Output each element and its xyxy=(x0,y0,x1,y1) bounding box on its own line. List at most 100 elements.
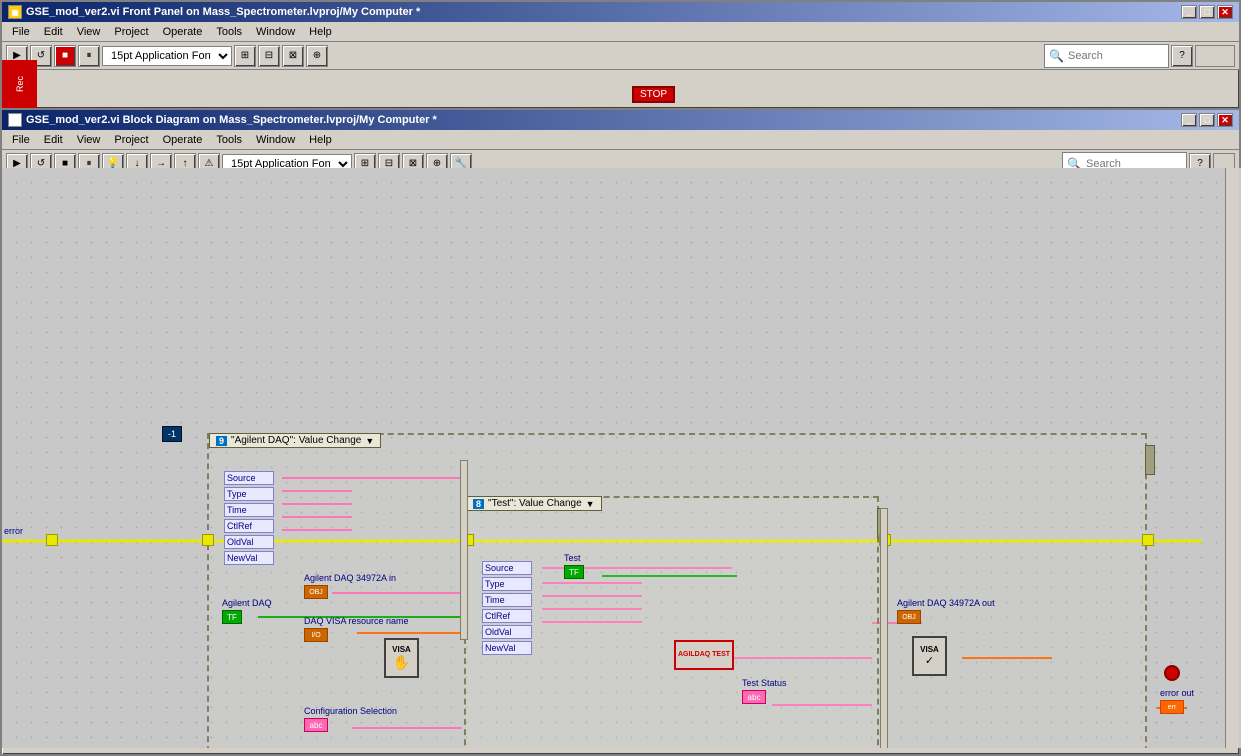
inner-event-arrow[interactable]: ▼ xyxy=(586,499,595,509)
search-icon-fp: 🔍 xyxy=(1049,49,1064,63)
window-controls[interactable]: _ □ ✕ xyxy=(1181,5,1233,19)
resize-button[interactable]: ⊠ xyxy=(282,45,304,67)
dist-button[interactable]: ⊟ xyxy=(258,45,280,67)
red-stop-indicator xyxy=(1164,665,1180,681)
bd-menu-help[interactable]: Help xyxy=(303,132,338,148)
abc2-terminal: abc xyxy=(742,690,766,704)
maximize-button[interactable]: □ xyxy=(1199,5,1215,19)
bd-menu-bar: File Edit View Project Operate Tools Win… xyxy=(2,130,1239,150)
obj2-terminal: OBJ xyxy=(897,610,921,624)
test-container: Test TF xyxy=(564,553,584,579)
visa-res-label: DAQ VISA resource name xyxy=(304,616,409,626)
extra-panel-fp xyxy=(1195,45,1235,67)
obj1-terminal: OBJ xyxy=(304,585,328,599)
menu-window[interactable]: Window xyxy=(250,24,301,40)
io-terminal: I/O xyxy=(304,628,328,642)
oldval-label-outer: OldVal xyxy=(227,537,253,547)
front-panel-menu-bar: File Edit View Project Operate Tools Win… xyxy=(2,22,1239,42)
visa-subvi-right-icon: ✓ xyxy=(925,654,934,667)
front-panel-title-bar[interactable]: ▣ GSE_mod_ver2.vi Front Panel on Mass_Sp… xyxy=(2,2,1239,22)
bd-menu-file[interactable]: File xyxy=(6,132,36,148)
bd-menu-view[interactable]: View xyxy=(71,132,107,148)
outer-bracket-num: 9 xyxy=(216,436,227,446)
agilent-daq-label: Agilent DAQ xyxy=(222,598,272,608)
time-node-inner: Time xyxy=(482,593,532,607)
help-button-fp[interactable]: ? xyxy=(1171,45,1193,67)
menu-tools[interactable]: Tools xyxy=(210,24,248,40)
pause-button[interactable]: ⏸ xyxy=(78,45,100,67)
time-label-outer: Time xyxy=(227,505,247,515)
newval-label-outer: NewVal xyxy=(227,553,257,563)
ctlref-label-inner: CtlRef xyxy=(485,611,510,621)
error-out-container: error out err xyxy=(1160,688,1194,714)
error-out-label: error out xyxy=(1160,688,1194,698)
visa-subvi-left-label: VISA xyxy=(392,645,411,654)
visa-subvi-right[interactable]: VISA ✓ xyxy=(912,636,947,676)
daq-out-container: Agilent DAQ 34972A out OBJ xyxy=(897,598,995,624)
bd-menu-project[interactable]: Project xyxy=(108,132,154,148)
tf1-terminal: TF xyxy=(222,610,242,624)
bd-minimize-button[interactable]: _ xyxy=(1181,113,1197,127)
inner-event-label: "Test": Value Change xyxy=(488,498,582,509)
outer-event-arrow[interactable]: ▼ xyxy=(365,436,374,446)
menu-view[interactable]: View xyxy=(71,24,107,40)
bd-close-button[interactable]: ✕ xyxy=(1217,113,1233,127)
menu-edit[interactable]: Edit xyxy=(38,24,69,40)
minus-one-label: -1 xyxy=(162,426,182,442)
daq-in-container: Agilent DAQ 34972A in OBJ xyxy=(304,573,396,599)
front-panel-title: GSE_mod_ver2.vi Front Panel on Mass_Spec… xyxy=(26,6,420,18)
red-bar-fp: Rec xyxy=(2,60,37,108)
outer-event-header[interactable]: 9 "Agilent DAQ": Value Change ▼ xyxy=(209,433,381,448)
search-input-fp[interactable] xyxy=(1064,46,1164,66)
abc1-terminal: abc xyxy=(304,718,328,732)
error-in-container: error xyxy=(4,526,23,536)
search-container-fp: 🔍 xyxy=(1044,44,1169,68)
daq-out-label: Agilent DAQ 34972A out xyxy=(897,598,995,608)
abort-button[interactable]: ■ xyxy=(54,45,76,67)
wire-junction-1 xyxy=(46,534,58,546)
newval-label-inner: NewVal xyxy=(485,643,515,653)
inner-event-header[interactable]: 8 "Test": Value Change ▼ xyxy=(466,496,602,511)
menu-operate[interactable]: Operate xyxy=(157,24,209,40)
font-dropdown[interactable]: 15pt Application Font xyxy=(102,46,232,66)
stop-button[interactable]: STOP xyxy=(632,86,675,103)
reorder-button[interactable]: ⊕ xyxy=(306,45,328,67)
visa-subvi-left-icon: ✋ xyxy=(393,654,410,671)
block-diagram-title-bar[interactable]: ▦ GSE_mod_ver2.vi Block Diagram on Mass_… xyxy=(2,110,1239,130)
menu-help[interactable]: Help xyxy=(303,24,338,40)
test-label: Test xyxy=(564,553,584,563)
source-label-outer: Source xyxy=(227,473,256,483)
vertical-scrollbar[interactable] xyxy=(1225,168,1239,748)
bd-menu-tools[interactable]: Tools xyxy=(210,132,248,148)
menu-file[interactable]: File xyxy=(6,24,36,40)
minimize-button[interactable]: _ xyxy=(1181,5,1197,19)
bd-menu-edit[interactable]: Edit xyxy=(38,132,69,148)
error-out-terminal: err xyxy=(1160,700,1184,714)
wire-junction-5 xyxy=(1142,534,1154,546)
error-in-label: error xyxy=(4,526,23,536)
bd-menu-window[interactable]: Window xyxy=(250,132,301,148)
block-diagram-window: ▦ GSE_mod_ver2.vi Block Diagram on Mass_… xyxy=(0,108,1241,756)
close-button[interactable]: ✕ xyxy=(1217,5,1233,19)
visa-subvi-left[interactable]: VISA ✋ xyxy=(384,638,419,678)
front-panel-toolbar: ▶ ↺ ■ ⏸ 15pt Application Font ⊞ ⊟ ⊠ ⊕ 🔍 … xyxy=(2,42,1239,70)
bd-menu-operate[interactable]: Operate xyxy=(157,132,209,148)
diagram-canvas[interactable]: 9 "Agilent DAQ": Value Change ▼ 8 "Test"… xyxy=(2,168,1241,748)
test-status-label: Test Status xyxy=(742,678,787,688)
config-sel-label: Configuration Selection xyxy=(304,706,397,716)
tf2-terminal: TF xyxy=(564,565,584,579)
bd-window-controls[interactable]: _ □ ✕ xyxy=(1181,113,1233,127)
menu-project[interactable]: Project xyxy=(108,24,154,40)
agildaq-test-subvi[interactable]: AGILDAQ TEST xyxy=(674,640,734,670)
red-bar-label-fp: Rec xyxy=(15,76,25,92)
align-button[interactable]: ⊞ xyxy=(234,45,256,67)
type-label-inner: Type xyxy=(485,579,505,589)
event-connector-right xyxy=(880,508,888,748)
outer-event-label: "Agilent DAQ": Value Change xyxy=(231,435,361,446)
bd-maximize-button[interactable]: □ xyxy=(1199,113,1215,127)
ctlref-label-outer: CtlRef xyxy=(227,521,252,531)
newval-node-inner: NewVal xyxy=(482,641,532,655)
newval-node-outer: NewVal xyxy=(224,551,274,565)
front-panel-window: ▣ GSE_mod_ver2.vi Front Panel on Mass_Sp… xyxy=(0,0,1241,110)
wire-junction-2 xyxy=(202,534,214,546)
